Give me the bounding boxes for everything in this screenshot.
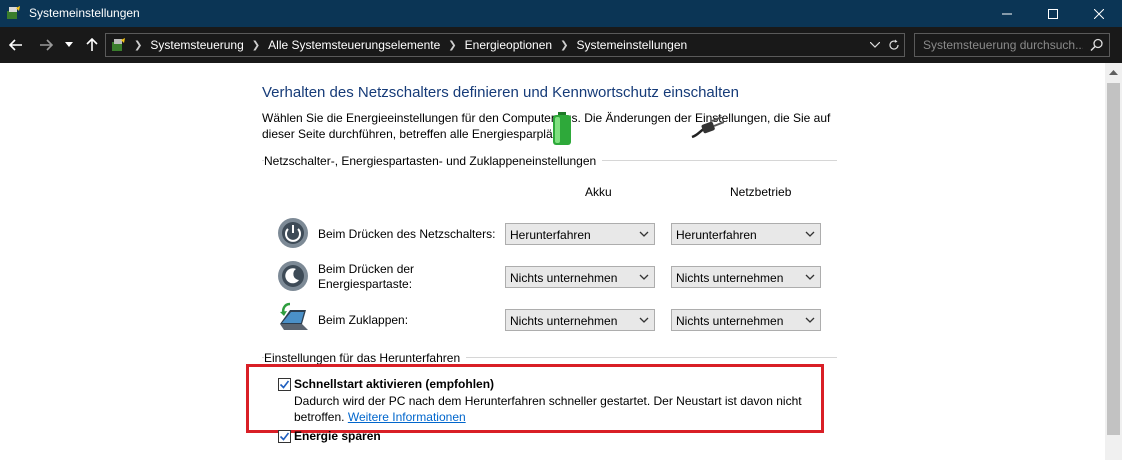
power-options-app-icon <box>6 5 22 21</box>
scroll-up-icon[interactable] <box>1109 68 1118 77</box>
chevron-down-icon <box>639 274 649 280</box>
minimize-icon <box>1002 13 1012 14</box>
battery-icon <box>553 112 571 145</box>
page-title: Verhalten des Netzschalters definieren u… <box>262 84 739 101</box>
maximize-icon <box>1048 8 1058 19</box>
forward-button[interactable] <box>36 35 56 55</box>
dropdown-value: Nichts unternehmen <box>510 314 618 328</box>
scrollbar-thumb[interactable] <box>1107 83 1120 435</box>
section-power-buttons-label: Netzschalter-, Energiespartasten- und Zu… <box>264 154 603 168</box>
sleep-option-checkbox[interactable] <box>278 430 291 443</box>
checkmark-icon <box>279 432 290 441</box>
checkmark-icon <box>279 380 290 389</box>
address-history-button[interactable] <box>867 37 883 53</box>
chevron-down-icon <box>805 231 815 237</box>
column-header-battery: Akku <box>585 185 612 199</box>
close-button[interactable] <box>1076 0 1122 27</box>
chevron-down-icon <box>65 42 73 47</box>
breadcrumb-item-systemsteuerung[interactable]: Systemsteuerung <box>150 38 243 52</box>
fast-startup-description: Dadurch wird der PC nach dem Herunterfah… <box>294 393 814 425</box>
arrow-right-icon <box>40 39 53 51</box>
breadcrumb-item-systemeinstellungen[interactable]: Systemeinstellungen <box>576 38 687 52</box>
breadcrumb: ❯ Systemsteuerung ❯ Alle Systemsteuerung… <box>130 38 687 52</box>
search-box[interactable] <box>914 33 1110 57</box>
back-button[interactable] <box>6 35 26 55</box>
row-label-power-button: Beim Drücken des Netzschalters: <box>318 227 496 241</box>
chevron-down-icon <box>639 317 649 323</box>
breadcrumb-separator-icon: ❯ <box>251 39 261 51</box>
dropdown-value: Nichts unternehmen <box>676 271 784 285</box>
title-bar: Systemeinstellungen <box>0 0 1122 27</box>
fast-startup-label[interactable]: Schnellstart aktivieren (empfohlen) <box>294 377 494 391</box>
row-label-lid-close: Beim Zuklappen: <box>318 313 409 327</box>
power-button-battery-dropdown[interactable]: Herunterfahren <box>505 223 655 245</box>
power-button-ac-dropdown[interactable]: Herunterfahren <box>671 223 821 245</box>
breadcrumb-separator-icon: ❯ <box>560 39 569 51</box>
arrow-left-icon <box>9 39 22 51</box>
dropdown-value: Herunterfahren <box>510 228 591 242</box>
search-input[interactable] <box>923 37 1083 53</box>
address-bar[interactable]: ❯ Systemsteuerung ❯ Alle Systemsteuerung… <box>105 33 905 57</box>
laptop-lid-icon <box>280 302 308 330</box>
refresh-button[interactable] <box>886 37 902 53</box>
section-shutdown-label: Einstellungen für das Herunterfahren <box>264 351 467 365</box>
content-area: Verhalten des Netzschalters definieren u… <box>0 63 1105 460</box>
power-plug-icon <box>691 117 724 139</box>
dropdown-value: Nichts unternehmen <box>510 271 618 285</box>
chevron-down-icon <box>805 274 815 280</box>
breadcrumb-item-alle-elemente[interactable]: Alle Systemsteuerungselemente <box>268 38 440 52</box>
row-label-sleep-button-line1: Beim Drücken der <box>318 262 415 276</box>
power-button-icon <box>278 218 308 248</box>
breadcrumb-separator-icon: ❯ <box>134 39 143 51</box>
breadcrumb-item-energieoptionen[interactable]: Energieoptionen <box>465 38 552 52</box>
up-button[interactable] <box>82 35 102 55</box>
lid-close-battery-dropdown[interactable]: Nichts unternehmen <box>505 309 655 331</box>
chevron-down-icon <box>805 317 815 323</box>
refresh-icon <box>889 39 899 50</box>
sleep-option-label[interactable]: Energie sparen <box>294 429 381 443</box>
chevron-down-icon <box>639 231 649 237</box>
search-icon[interactable] <box>1090 38 1104 52</box>
recent-locations-button[interactable] <box>62 35 76 55</box>
sleep-button-ac-dropdown[interactable]: Nichts unternehmen <box>671 266 821 288</box>
control-panel-icon <box>110 37 126 53</box>
window-title: Systemeinstellungen <box>29 6 140 20</box>
row-label-sleep-button-line2: Energiespartaste: <box>318 277 413 291</box>
chevron-down-icon <box>870 42 880 48</box>
arrow-up-icon <box>86 38 98 51</box>
more-info-link[interactable]: Weitere Informationen <box>348 410 466 424</box>
lid-close-ac-dropdown[interactable]: Nichts unternehmen <box>671 309 821 331</box>
sleep-button-icon <box>278 261 308 291</box>
dropdown-value: Nichts unternehmen <box>676 314 784 328</box>
maximize-button[interactable] <box>1030 0 1076 27</box>
close-icon <box>1094 8 1104 19</box>
navigation-bar: ❯ Systemsteuerung ❯ Alle Systemsteuerung… <box>0 27 1122 63</box>
breadcrumb-separator-icon: ❯ <box>448 39 457 51</box>
minimize-button[interactable] <box>984 0 1030 27</box>
sleep-button-battery-dropdown[interactable]: Nichts unternehmen <box>505 266 655 288</box>
fast-startup-checkbox[interactable] <box>278 378 291 391</box>
column-header-ac-power: Netzbetrieb <box>730 185 792 199</box>
dropdown-value: Herunterfahren <box>676 228 757 242</box>
vertical-scrollbar[interactable] <box>1105 63 1122 460</box>
